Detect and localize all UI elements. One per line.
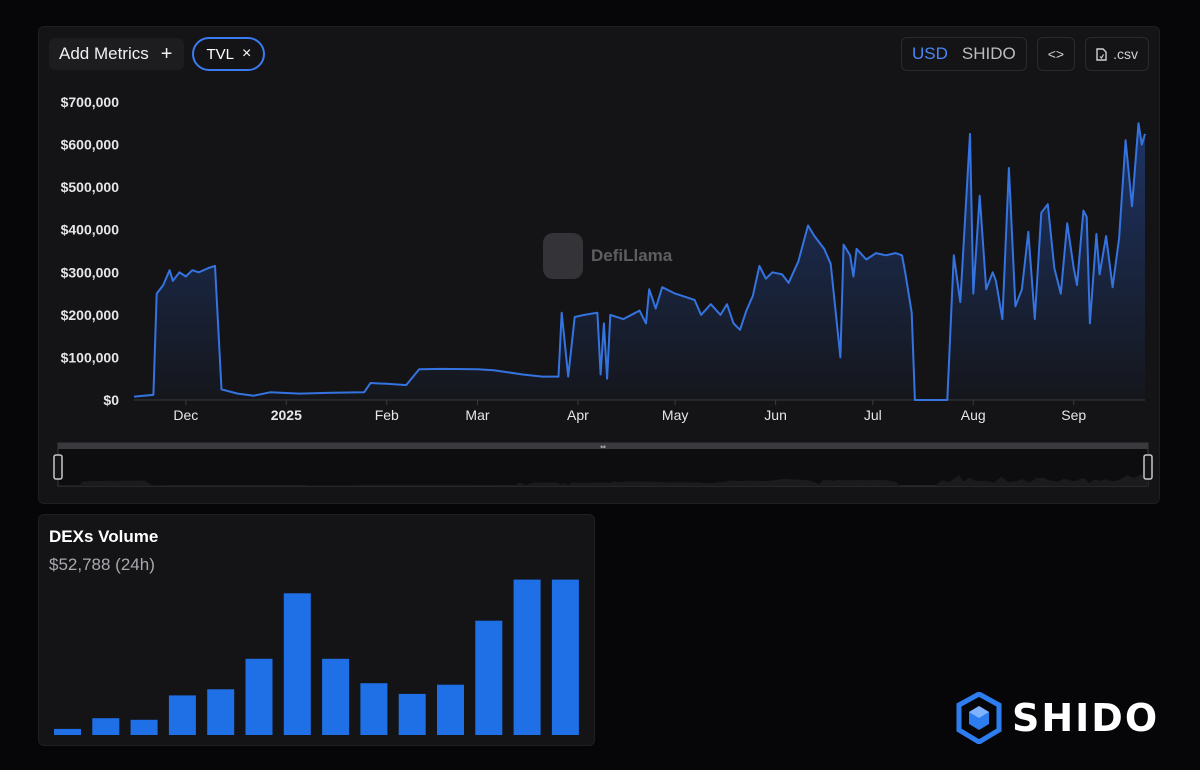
x-tick-label: Aug [961, 407, 986, 423]
y-tick-label: $700,000 [61, 94, 120, 110]
x-tick-label: Apr [567, 407, 589, 423]
y-tick-label: $600,000 [61, 137, 120, 153]
dex-volume-bar[interactable] [437, 684, 464, 735]
tvl-chart-panel: Add Metrics + TVL × USD SHIDO <> .csv $0… [38, 26, 1160, 504]
dex-volume-bar[interactable] [513, 579, 541, 735]
brush-grip-icon[interactable]: ⇔ [600, 443, 606, 451]
dex-volume-bar[interactable] [398, 693, 426, 735]
x-tick-label: Mar [465, 407, 489, 423]
dex-volume-bar[interactable] [322, 658, 350, 735]
dex-volume-chart [54, 579, 579, 735]
x-tick-label: Dec [173, 407, 198, 423]
dex-volume-bar[interactable] [283, 593, 311, 735]
y-tick-label: $500,000 [61, 179, 120, 195]
dex-volume-panel: DEXs Volume $52,788 (24h) [38, 514, 595, 746]
x-tick-label: 2025 [271, 407, 302, 423]
brush-handle-right[interactable] [1143, 454, 1153, 480]
watermark-text: DefiLlama [591, 246, 673, 265]
dex-volume-bar[interactable] [168, 695, 196, 735]
brush-handle-left[interactable] [53, 454, 63, 480]
y-tick-label: $0 [103, 392, 119, 408]
dex-volume-bar[interactable] [207, 689, 235, 735]
x-tick-label: Sep [1061, 407, 1086, 423]
dex-volume-bar[interactable] [92, 718, 120, 735]
defillama-watermark: DefiLlama [543, 233, 672, 279]
dex-volume-bar[interactable] [475, 620, 503, 735]
dex-volume-bar[interactable] [130, 719, 158, 735]
shido-brand: SHIDO [956, 692, 1159, 744]
dex-volume-bar[interactable] [245, 658, 273, 735]
x-tick-label: Feb [375, 407, 399, 423]
y-tick-label: $200,000 [61, 307, 120, 323]
dex-volume-bar[interactable] [551, 579, 579, 735]
dex-volume-bar[interactable] [54, 728, 81, 735]
y-tick-label: $100,000 [61, 349, 120, 365]
range-brush[interactable]: ⇔ [53, 442, 1153, 487]
x-tick-label: Jun [764, 407, 787, 423]
x-tick-label: Jul [864, 407, 882, 423]
x-tick-label: May [662, 407, 688, 423]
llama-icon [543, 233, 583, 279]
shido-logo-icon [956, 692, 1002, 744]
dex-volume-bar[interactable] [360, 683, 388, 735]
y-tick-label: $300,000 [61, 264, 120, 280]
y-tick-label: $400,000 [61, 222, 120, 238]
brand-name: SHIDO [1012, 696, 1160, 740]
